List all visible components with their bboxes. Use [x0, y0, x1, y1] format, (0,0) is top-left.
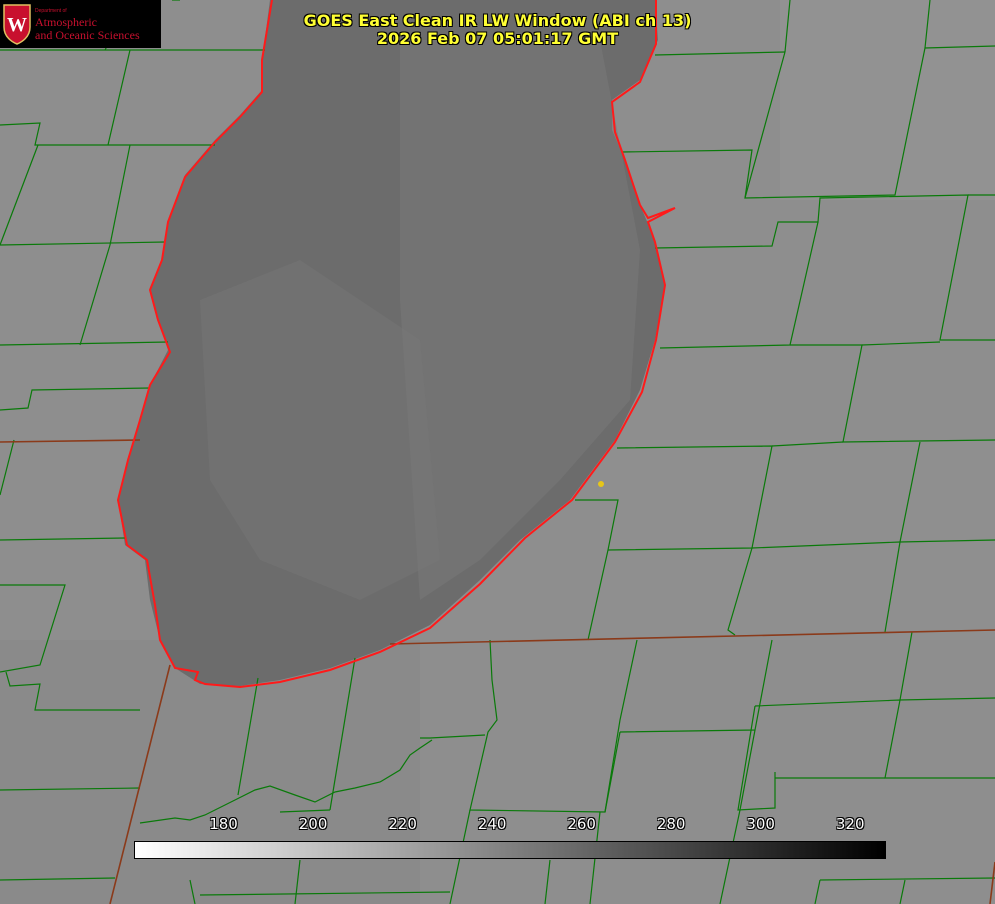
image-timestamp: 2026 Feb 07 05:01:17 GMT [376, 29, 619, 48]
image-title: GOES East Clean IR LW Window (ABI ch 13) [303, 11, 692, 30]
colorbar-tick-label: 200 [298, 815, 328, 833]
colorbar-tick-label: 220 [388, 815, 417, 833]
colorbar [134, 841, 886, 859]
colorbar-tick-label: 300 [746, 815, 775, 833]
colorbar-tick-label: 180 [209, 815, 238, 833]
colorbar-tick-label: 260 [567, 815, 596, 833]
colorbar-tick-label: 280 [656, 815, 686, 833]
satellite-map [0, 0, 995, 904]
colorbar-tick-label: 240 [477, 815, 507, 833]
location-marker-icon [598, 481, 604, 487]
colorbar-tick-label: 320 [835, 815, 865, 833]
